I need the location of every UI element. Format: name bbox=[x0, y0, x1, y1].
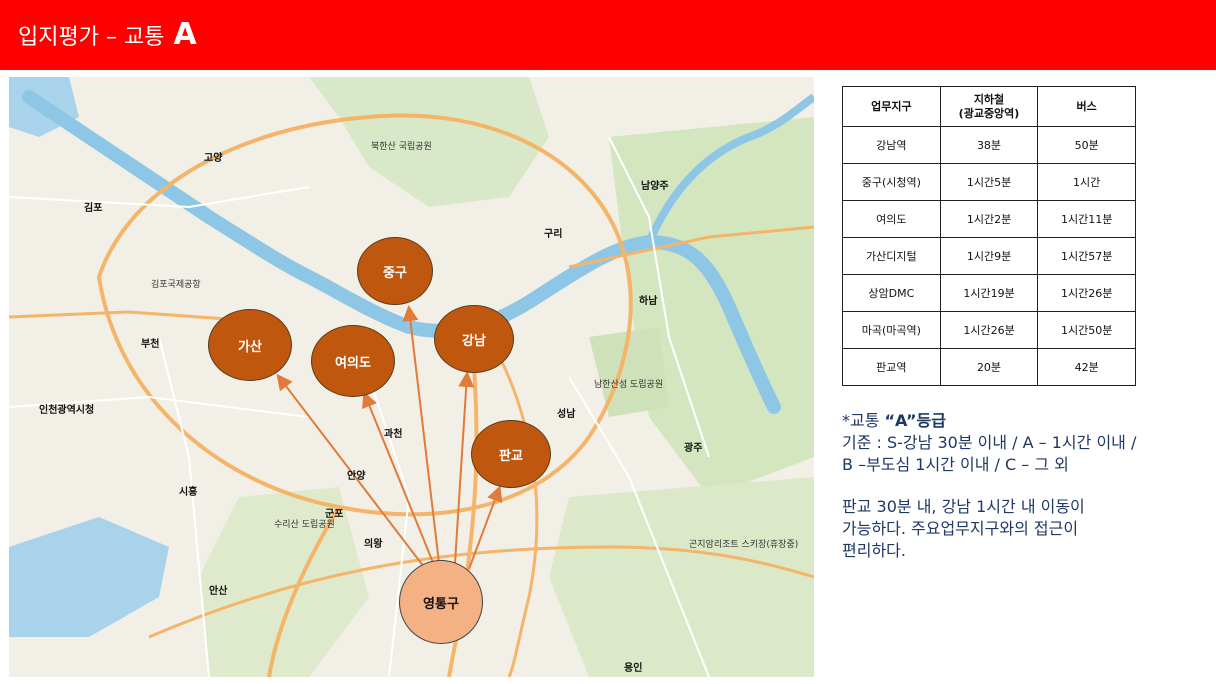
cell-bus: 1시간50분 bbox=[1037, 311, 1136, 349]
map-label-siheung: 시흥 bbox=[179, 487, 198, 498]
title-bar: 입지평가 – 교통 A bbox=[0, 0, 1216, 70]
criteria-line-1: 기준 : S-강남 30분 이내 / A – 1시간 이내 / bbox=[842, 433, 1137, 452]
map-label-hanam: 하남 bbox=[639, 296, 658, 307]
cell-subway: 1시간5분 bbox=[939, 163, 1039, 201]
summary-line-2: 가능하다. 주요업무지구와의 접근이 bbox=[842, 519, 1079, 538]
highway-gyeongbu bbox=[487, 336, 539, 677]
map-label-gimpo: 김포 bbox=[84, 203, 103, 214]
grade-title-bold: “A”등급 bbox=[884, 411, 946, 430]
header-subway: 지하철 (광교중앙역) bbox=[939, 86, 1039, 127]
cell-subway: 1시간19분 bbox=[939, 274, 1039, 312]
commute-map: 고양 김포 부천 인천광역시청 구리 남양주 하남 성남 과천 안양 군포 시흥… bbox=[9, 77, 814, 677]
grade-criteria: 기준 : S-강남 30분 이내 / A – 1시간 이내 / B –부도심 1… bbox=[842, 432, 1202, 476]
node-junggu-label: 중구 bbox=[383, 265, 407, 281]
commute-table: 업무지구 지하철 (광교중앙역) 버스 강남역 38분 50분 중구(시청역) 1… bbox=[842, 86, 1136, 386]
map-label-gimpo-airport: 김포국제공항 bbox=[151, 280, 201, 290]
node-yeouido-label: 여의도 bbox=[335, 355, 371, 371]
summary-line-1: 판교 30분 내, 강남 1시간 내 이동이 bbox=[842, 497, 1085, 516]
cell-bus: 1시간 bbox=[1037, 163, 1136, 201]
map-label-gwangju: 광주 bbox=[684, 443, 703, 454]
cell-bus: 1시간11분 bbox=[1037, 200, 1136, 238]
node-gangnam: 강남 bbox=[434, 305, 514, 373]
map-label-seongnam: 성남 bbox=[557, 409, 576, 420]
grade-title: *교통 “A”등급 bbox=[842, 410, 1202, 432]
header-subway-text: 지하철 (광교중앙역) bbox=[958, 92, 1020, 120]
arrow-to-gangnam bbox=[454, 371, 475, 564]
road-2 bbox=[158, 336, 210, 677]
node-yeouido: 여의도 bbox=[311, 325, 395, 397]
cell-district: 여의도 bbox=[842, 200, 941, 238]
table-row: 판교역 20분 42분 bbox=[842, 348, 1136, 386]
table-row: 강남역 38분 50분 bbox=[842, 126, 1136, 164]
cell-district: 마곡(마곡역) bbox=[842, 311, 941, 349]
node-yeongtong: 영통구 bbox=[399, 560, 483, 644]
header-bus: 버스 bbox=[1037, 86, 1136, 127]
map-label-surisan: 수리산 도립공원 bbox=[274, 520, 335, 530]
page-title-grade: A bbox=[173, 17, 197, 52]
cell-bus: 1시간26분 bbox=[1037, 274, 1136, 312]
cell-subway: 1시간9분 bbox=[939, 237, 1039, 275]
cell-subway: 1시간26분 bbox=[939, 311, 1039, 349]
table-row: 가산디지털 1시간9분 1시간57분 bbox=[842, 237, 1136, 275]
node-gasan-label: 가산 bbox=[238, 339, 262, 355]
map-label-yongin: 용인 bbox=[624, 663, 643, 674]
table-row: 상암DMC 1시간19분 1시간26분 bbox=[842, 274, 1136, 312]
node-junggu: 중구 bbox=[357, 237, 433, 305]
criteria-line-2: B –부도심 1시간 이내 / C – 그 외 bbox=[842, 455, 1069, 474]
page-title-text: 입지평가 – 교통 bbox=[18, 25, 165, 50]
cell-bus: 50분 bbox=[1037, 126, 1136, 164]
table-row: 마곡(마곡역) 1시간26분 1시간50분 bbox=[842, 311, 1136, 349]
map-label-bucheon: 부천 bbox=[141, 339, 160, 350]
map-label-uiwang: 의왕 bbox=[364, 539, 383, 550]
map-label-namhansanseong: 남한산성 도립공원 bbox=[594, 380, 664, 390]
map-label-anyang: 안양 bbox=[347, 471, 366, 482]
table-header-row: 업무지구 지하철 (광교중앙역) 버스 bbox=[842, 86, 1136, 127]
node-yeongtong-label: 영통구 bbox=[423, 596, 459, 612]
cell-bus: 1시간57분 bbox=[1037, 237, 1136, 275]
header-district: 업무지구 bbox=[842, 86, 941, 127]
commute-table-container: 업무지구 지하철 (광교중앙역) 버스 강남역 38분 50분 중구(시청역) 1… bbox=[842, 86, 1136, 386]
grade-title-prefix: *교통 bbox=[842, 411, 885, 430]
map-label-ansan: 안산 bbox=[209, 586, 228, 597]
node-gasan: 가산 bbox=[208, 309, 292, 381]
map-label-bukhansan: 북한산 국립공원 bbox=[371, 142, 432, 152]
map-label-goyang: 고양 bbox=[204, 153, 223, 164]
cell-district: 판교역 bbox=[842, 348, 941, 386]
table-row: 중구(시청역) 1시간5분 1시간 bbox=[842, 163, 1136, 201]
evaluation-notes: *교통 “A”등급 기준 : S-강남 30분 이내 / A – 1시간 이내 … bbox=[842, 410, 1202, 562]
cell-subway: 38분 bbox=[939, 126, 1039, 164]
terrain-southeast bbox=[549, 477, 814, 677]
map-label-incheon: 인천광역시청 bbox=[39, 405, 95, 416]
cell-district: 가산디지털 bbox=[842, 237, 941, 275]
summary-line-3: 편리하다. bbox=[842, 541, 906, 560]
node-pangyo: 판교 bbox=[471, 420, 551, 488]
summary-text: 판교 30분 내, 강남 1시간 내 이동이 가능하다. 주요업무지구와의 접근… bbox=[842, 496, 1202, 562]
map-label-gwacheon: 과천 bbox=[384, 429, 403, 440]
cell-subway: 20분 bbox=[939, 348, 1039, 386]
cell-district: 강남역 bbox=[842, 126, 941, 164]
sea-west bbox=[9, 517, 169, 637]
cell-district: 중구(시청역) bbox=[842, 163, 941, 201]
node-pangyo-label: 판교 bbox=[499, 448, 523, 464]
map-label-guri: 구리 bbox=[544, 229, 563, 240]
cell-bus: 42분 bbox=[1037, 348, 1136, 386]
node-gangnam-label: 강남 bbox=[462, 333, 486, 349]
map-label-namyangju: 남양주 bbox=[641, 181, 669, 192]
terrain-east bbox=[609, 117, 814, 497]
cell-district: 상암DMC bbox=[842, 274, 941, 312]
table-row: 여의도 1시간2분 1시간11분 bbox=[842, 200, 1136, 238]
cell-subway: 1시간2분 bbox=[939, 200, 1039, 238]
map-label-konjiam: 곤지암리조트 스키장(휴장중) bbox=[689, 540, 799, 550]
page-title: 입지평가 – 교통 A bbox=[18, 18, 197, 55]
